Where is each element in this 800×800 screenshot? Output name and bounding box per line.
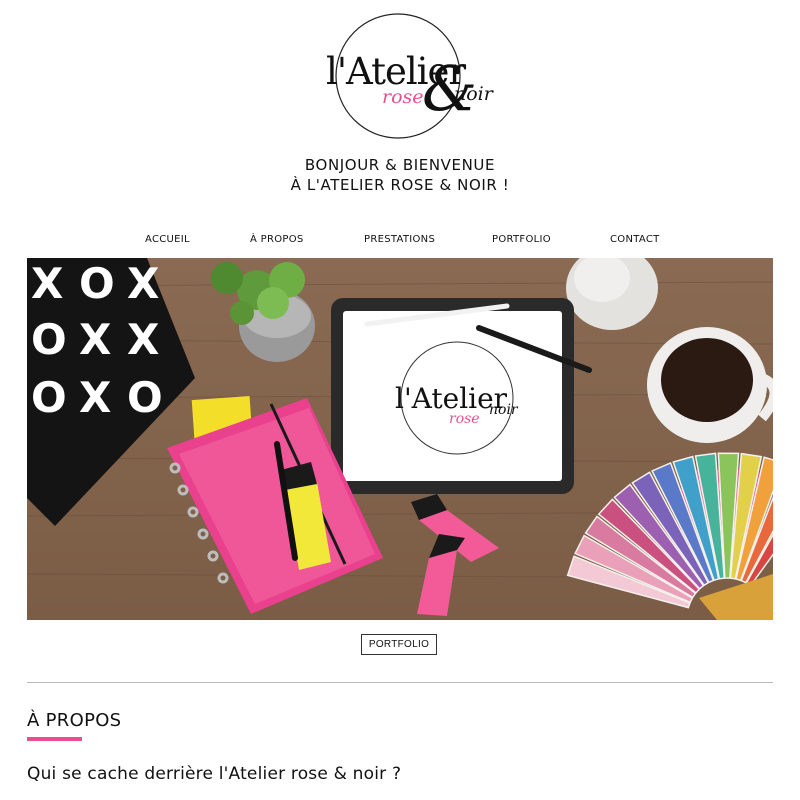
logo-rose-text: rose (382, 86, 424, 108)
ttt-mark: X (127, 259, 159, 308)
ttt-mark: O (127, 373, 163, 422)
nav-item-prestations[interactable]: PRESTATIONS (364, 234, 435, 245)
nav-item-contact[interactable]: CONTACT (610, 234, 660, 245)
ttt-mark: X (31, 259, 63, 308)
tablet-noir-text: noir (489, 402, 519, 418)
ttt-mark: X (79, 373, 111, 422)
ttt-mark: O (31, 315, 67, 364)
tablet-rose-text: rose (449, 411, 480, 427)
hero-image: XOXOXXOXO l'Atelier rose noir (27, 258, 773, 620)
about-title-underline (27, 737, 82, 741)
headline-line-2: À L'ATELIER ROSE & NOIR ! (290, 176, 510, 194)
logo-noir-text: noir (454, 83, 493, 105)
headline-line-1: BONJOUR & BIENVENUE (304, 156, 496, 174)
ttt-mark: O (79, 259, 115, 308)
tablet: l'Atelier rose noir (331, 298, 574, 494)
nav-item-a-propos[interactable]: À PROPOS (250, 234, 304, 245)
main-nav: ACCUEIL À PROPOS PRESTATIONS PORTFOLIO C… (0, 234, 800, 250)
ttt-mark: X (79, 315, 111, 364)
ttt-mark: O (31, 373, 67, 422)
site-logo[interactable]: l'Atelier rose & noir (322, 10, 502, 142)
nav-item-portfolio[interactable]: PORTFOLIO (492, 234, 551, 245)
nav-item-accueil[interactable]: ACCUEIL (145, 234, 190, 245)
section-divider (27, 682, 773, 683)
ttt-mark: X (127, 315, 159, 364)
about-subtitle: Qui se cache derrière l'Atelier rose & n… (27, 764, 402, 784)
welcome-headline: BONJOUR & BIENVENUE À L'ATELIER ROSE & N… (0, 155, 800, 195)
about-section-title: À PROPOS (27, 710, 122, 731)
portfolio-button[interactable]: PORTFOLIO (361, 634, 437, 655)
